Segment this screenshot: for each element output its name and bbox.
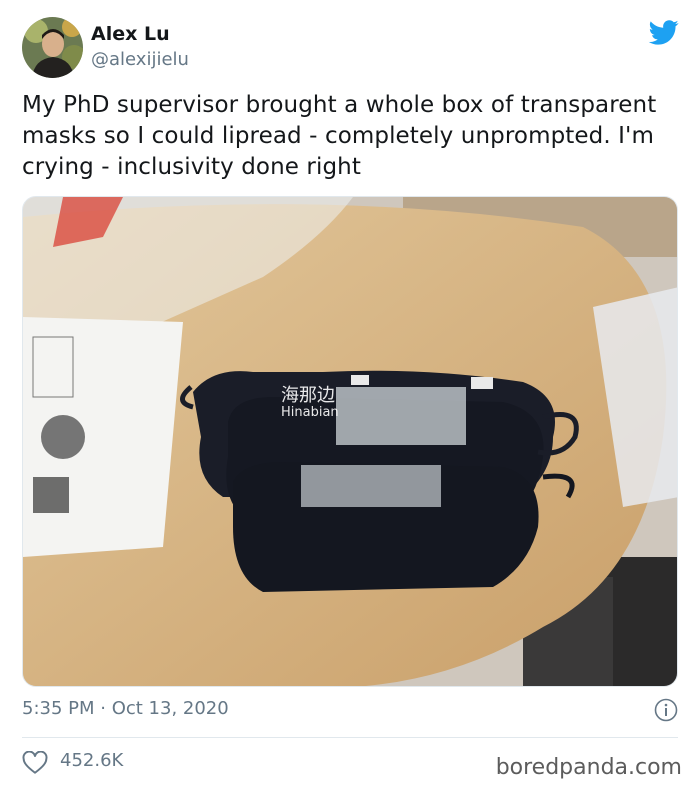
like-count: 452.6K <box>60 750 124 771</box>
author-handle[interactable]: @alexijielu <box>91 49 189 70</box>
author-name[interactable]: Alex Lu <box>91 23 170 45</box>
watermark-cn: 海那边 <box>281 385 335 406</box>
avatar[interactable] <box>22 17 83 78</box>
timestamp[interactable]: 5:35 PM · Oct 13, 2020 <box>22 698 229 719</box>
tweet-meta: 5:35 PM · Oct 13, 2020 <box>22 698 680 724</box>
watermark-en: Hinabian <box>281 405 339 420</box>
twitter-bird-icon[interactable] <box>648 17 680 47</box>
tweet-photo[interactable]: 海那边 Hinabian <box>22 196 678 687</box>
photo-watermark: 海那边 Hinabian <box>281 381 339 420</box>
divider <box>22 737 678 738</box>
source-credit: boredpanda.com <box>495 755 682 780</box>
tweet-text: My PhD supervisor brought a whole box of… <box>22 92 657 180</box>
heart-icon[interactable] <box>22 751 48 775</box>
tweet-header: Alex Lu @alexijielu <box>22 17 682 79</box>
info-icon[interactable] <box>654 698 678 722</box>
